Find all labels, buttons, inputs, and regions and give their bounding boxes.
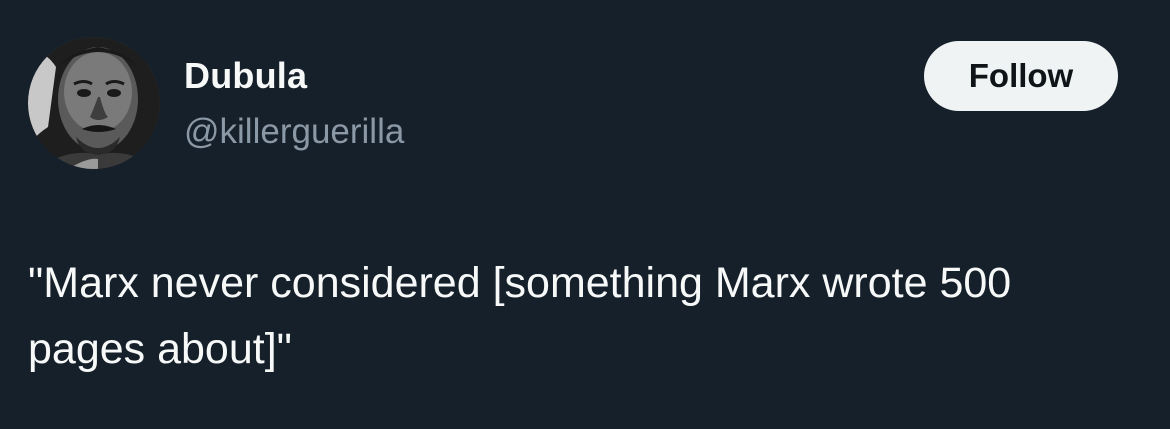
avatar-portrait-icon	[28, 37, 160, 169]
tweet-card: Dubula @killerguerilla Follow "Marx neve…	[0, 0, 1170, 429]
avatar[interactable]	[28, 37, 160, 169]
follow-button[interactable]: Follow	[924, 41, 1118, 111]
display-name[interactable]: Dubula	[184, 54, 307, 98]
user-handle[interactable]: @killerguerilla	[184, 110, 404, 154]
tweet-text: "Marx never considered [something Marx w…	[28, 259, 1024, 373]
